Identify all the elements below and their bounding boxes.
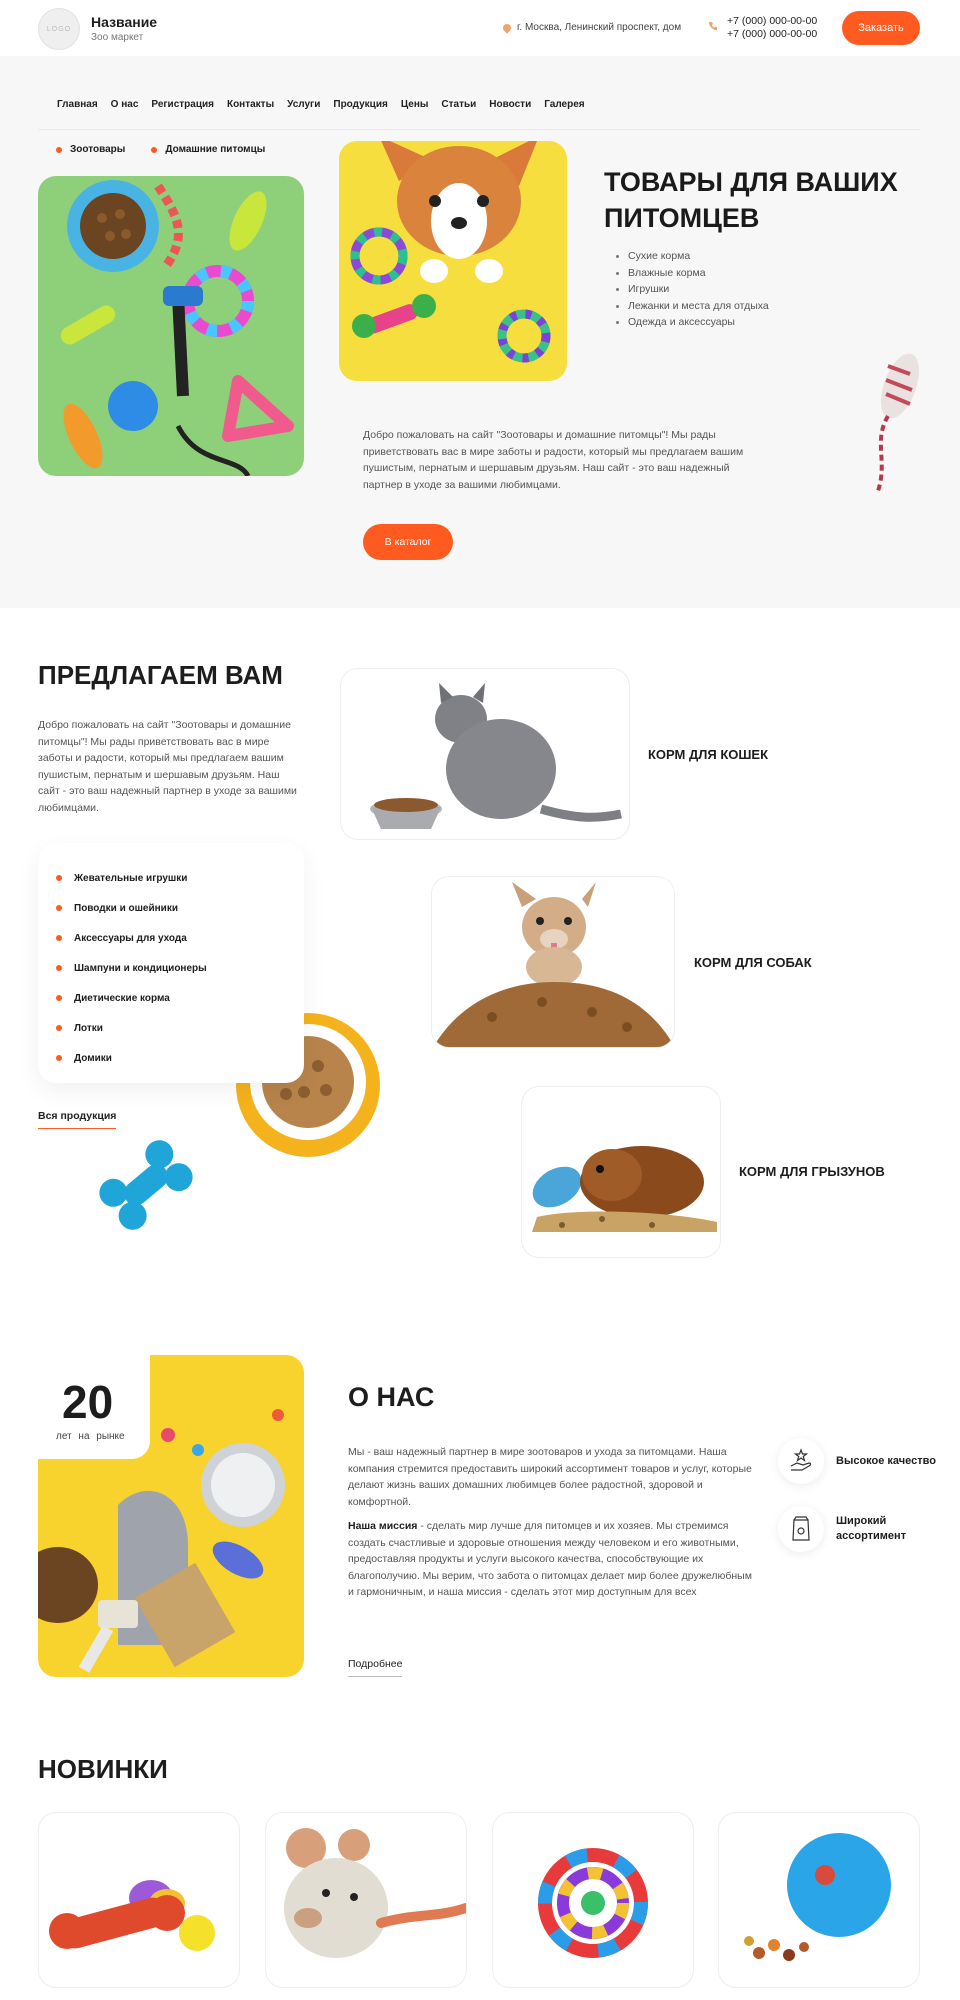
logo[interactable]: LOGO	[38, 8, 80, 50]
bullet-icon	[56, 146, 62, 153]
list-item[interactable]: Аксессуары для ухода	[38, 923, 304, 953]
hero-tag[interactable]: Домашние питомцы	[151, 144, 265, 155]
feature-label: Широкий ассортимент	[836, 1515, 907, 1542]
years-number: 20	[62, 1376, 114, 1428]
cat-food-card[interactable]	[340, 668, 630, 840]
list-item: Одежда и аксессуары	[616, 314, 769, 331]
nav-item-contacts[interactable]: Контакты	[227, 99, 274, 110]
nav-item-services[interactable]: Услуги	[287, 99, 320, 110]
food-bag-icon	[778, 1506, 824, 1552]
bullet-icon	[56, 995, 62, 1001]
offer-product-list: Жевательные игрушки Поводки и ошейники А…	[38, 843, 304, 1083]
about-paragraph: Мы - ваш надежный партнер в мире зоотова…	[348, 1446, 752, 1508]
site-header: LOGO Название Зоо маркет г. Москва, Лени…	[0, 0, 960, 56]
bullet-icon	[56, 875, 62, 881]
pet-toys-image	[38, 176, 304, 476]
news-card[interactable]	[718, 1812, 920, 1988]
guinea-pig-illustration	[532, 1146, 717, 1232]
location-pin-icon	[501, 21, 513, 34]
address: г. Москва, Ленинский проспект, дом	[501, 21, 682, 34]
mouse-toy-decoration	[876, 353, 920, 492]
mission-paragraph: Наша миссия - сделать мир лучше для пито…	[348, 1520, 752, 1598]
list-item[interactable]: Домики	[38, 1043, 304, 1073]
hero-description: Добро пожаловать на сайт "Зоотовары и до…	[363, 429, 744, 491]
order-button[interactable]: Заказать	[842, 11, 920, 45]
offer-title: ПРЕДЛАГАЕМ ВАМ	[38, 660, 283, 690]
nav-item-about[interactable]: О нас	[111, 99, 139, 110]
list-item: Игрушки	[616, 281, 769, 298]
rodent-food-label[interactable]: КОРМ ДЛЯ ГРЫЗУНОВ	[739, 1164, 885, 1179]
hero-tags: Зоотовары Домашние питомцы	[56, 144, 265, 155]
list-item[interactable]: Поводки и ошейники	[38, 893, 304, 923]
list-item[interactable]: Диетические корма	[38, 983, 304, 1013]
news-card[interactable]	[38, 1812, 240, 1988]
quality-hand-icon	[778, 1438, 824, 1484]
nav-item-prices[interactable]: Цены	[401, 99, 429, 110]
treat-ball-illustration	[744, 1833, 891, 1961]
phones[interactable]: +7 (000) 000-00-00 +7 (000) 000-00-00	[727, 15, 817, 41]
brand-subtitle: Зоо маркет	[91, 32, 144, 43]
nav-item-articles[interactable]: Статьи	[441, 99, 476, 110]
list-item[interactable]: Шампуни и кондиционеры	[38, 953, 304, 983]
hero-section: Главная О нас Регистрация Контакты Услуг…	[0, 56, 960, 608]
nav-item-products[interactable]: Продукция	[333, 99, 387, 110]
hero-title: ТОВАРЫ ДЛЯ ВАШИХ ПИТОМЦЕВ	[604, 167, 898, 233]
corgi-image	[339, 141, 567, 381]
list-item: Влажные корма	[616, 265, 769, 282]
about-title: О НАС	[348, 1382, 435, 1412]
nav-item-registration[interactable]: Регистрация	[151, 99, 214, 110]
rodent-food-card[interactable]	[521, 1086, 721, 1258]
news-card[interactable]	[265, 1812, 467, 1988]
hero-product-list: Сухие корма Влажные корма Игрушки Лежанк…	[616, 248, 769, 331]
mission-label: Наша миссия	[348, 1520, 418, 1532]
news-card[interactable]	[492, 1812, 694, 1988]
phone-1[interactable]: +7 (000) 000-00-00	[727, 15, 817, 28]
brand-name: Название	[91, 14, 158, 30]
bullet-icon	[56, 935, 62, 941]
phone-icon	[708, 22, 717, 31]
chew-toy-illustration	[49, 1880, 215, 1951]
list-item: Сухие корма	[616, 248, 769, 265]
bullet-icon	[56, 1025, 62, 1031]
catalog-button[interactable]: В каталог	[363, 524, 453, 560]
nav-item-news[interactable]: Новости	[489, 99, 531, 110]
list-item: Лежанки и места для отдыха	[616, 298, 769, 315]
list-item[interactable]: Жевательные игрушки	[38, 863, 304, 893]
rope-mouse-illustration	[284, 1828, 466, 1958]
bullet-icon	[56, 965, 62, 971]
hero-tag[interactable]: Зоотовары	[56, 144, 125, 155]
bullet-icon	[56, 905, 62, 911]
more-link[interactable]: Подробнее	[348, 1658, 403, 1677]
cat-food-label[interactable]: КОРМ ДЛЯ КОШЕК	[648, 747, 768, 762]
dog-illustration	[433, 882, 674, 1047]
main-nav: Главная О нас Регистрация Контакты Услуг…	[38, 80, 920, 130]
feature-quality: Высокое качество	[778, 1438, 936, 1484]
knot-ball-illustration	[538, 1848, 648, 1958]
offer-description: Добро пожаловать на сайт "Зоотовары и до…	[38, 719, 297, 814]
news-title: НОВИНКИ	[38, 1754, 168, 1784]
cat-illustration	[370, 683, 622, 829]
list-item[interactable]: Лотки	[38, 1013, 304, 1043]
dog-food-label[interactable]: КОРМ ДЛЯ СОБАК	[694, 955, 812, 970]
bullet-icon	[56, 1055, 62, 1061]
feature-assortment: Широкий ассортимент	[778, 1506, 936, 1552]
address-text: г. Москва, Ленинский проспект, дом	[517, 22, 682, 33]
corgi-illustration	[350, 141, 551, 363]
phone-2[interactable]: +7 (000) 000-00-00	[727, 28, 817, 41]
bullet-icon	[151, 146, 158, 153]
nav-item-home[interactable]: Главная	[57, 99, 98, 110]
pet-toys-illustration	[60, 180, 294, 476]
feature-label: Высокое качество	[836, 1454, 936, 1467]
nav-item-gallery[interactable]: Галерея	[544, 99, 584, 110]
years-caption: лет на рынке	[56, 1431, 125, 1442]
dog-food-card[interactable]	[431, 876, 675, 1048]
